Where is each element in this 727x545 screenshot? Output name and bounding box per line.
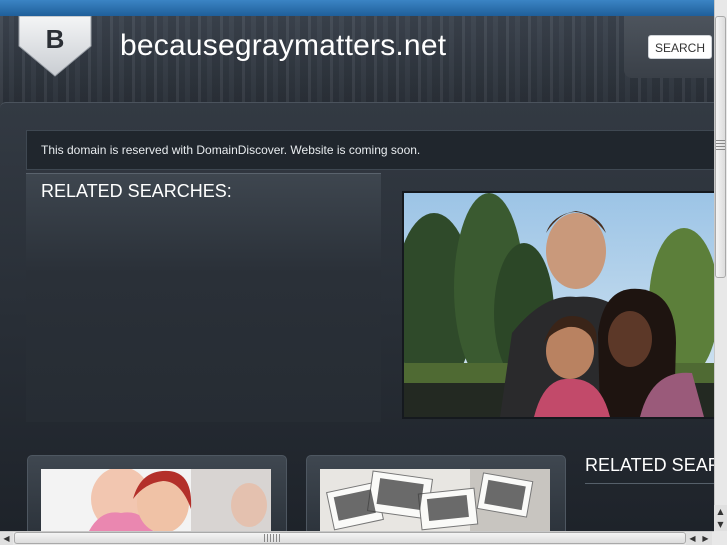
vertical-grip-icon <box>716 140 725 152</box>
scroll-left-arrow-icon[interactable]: ◀ <box>0 532 13 545</box>
top-accent-bar <box>0 0 714 17</box>
scroll-left-arrow-icon-2[interactable]: ◀ <box>686 532 699 545</box>
scroll-up-arrow-icon[interactable]: ▲ <box>714 505 727 518</box>
related-thumb-photos[interactable] <box>320 469 550 531</box>
scroll-right-arrow-icon[interactable]: ▶ <box>699 532 712 545</box>
horizontal-scroll-thumb[interactable] <box>14 532 686 544</box>
section-divider <box>585 483 714 484</box>
horizontal-grip-icon <box>264 534 280 542</box>
scroll-down-arrow-icon[interactable]: ▼ <box>714 518 727 531</box>
related-searches-title-2: RELATED SEARCHES: <box>585 455 714 475</box>
related-thumb-babies[interactable] <box>41 467 271 533</box>
hero-family-photo <box>394 193 719 417</box>
notice-text: This domain is reserved with DomainDisco… <box>41 143 421 157</box>
scrollbar-corner <box>714 531 727 545</box>
site-logo[interactable]: B <box>17 15 93 78</box>
search-button[interactable]: SEARCH <box>648 35 712 59</box>
related-searches-panel <box>26 173 381 422</box>
site-title[interactable]: becausegraymatters.net <box>120 29 446 63</box>
logo-letter: B <box>45 24 65 54</box>
related-searches-title: RELATED SEARCHES: <box>41 181 232 201</box>
